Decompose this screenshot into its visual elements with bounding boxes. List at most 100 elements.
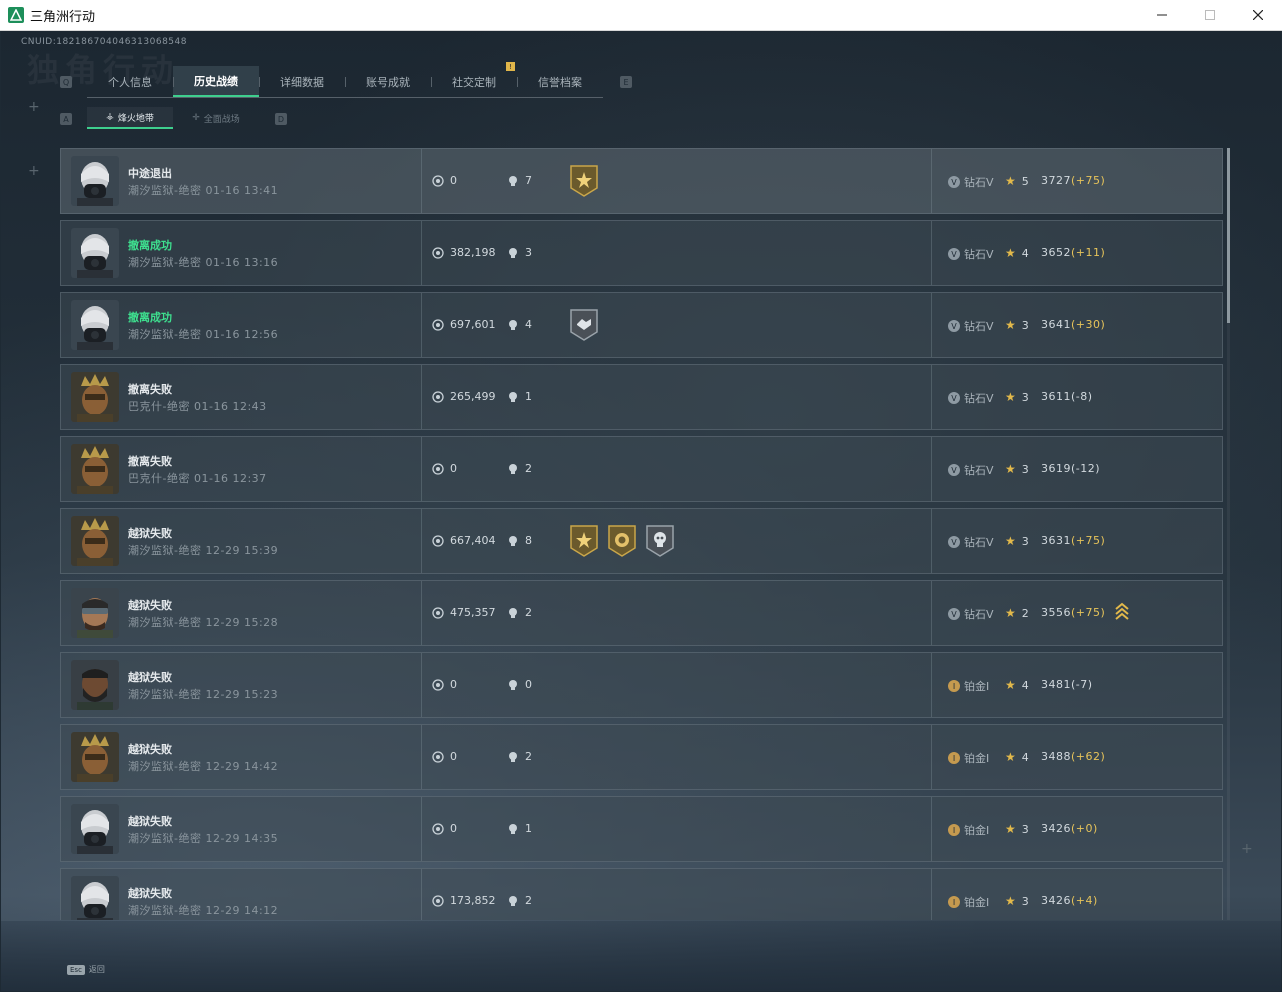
- match-record-row[interactable]: 越狱失败 潮汐监狱-绝密 12-29 15:28 475,357 2 V 钻石V ★ 2 355…: [60, 580, 1223, 646]
- back-button[interactable]: Esc 返回: [67, 964, 105, 975]
- score-delta: (-8): [1071, 390, 1093, 403]
- rank-name: 铂金I: [964, 680, 990, 693]
- star-icon: ★: [1005, 750, 1016, 764]
- star-count: 4: [1021, 246, 1029, 260]
- star-count: 4: [1021, 678, 1029, 692]
- svg-text:V: V: [951, 178, 957, 187]
- map-name: 潮汐监狱-绝密: [128, 256, 202, 269]
- coin-icon: [432, 174, 444, 187]
- rank-name: 铂金I: [964, 896, 990, 909]
- kill-count-text: 1: [525, 822, 532, 835]
- tab-social-custom[interactable]: 社交定制!: [431, 62, 517, 97]
- maximize-icon[interactable]: [1186, 0, 1234, 30]
- skull-icon: [509, 391, 517, 402]
- star-count: 3: [1021, 318, 1029, 332]
- rank-badge: V 钻石V: [947, 318, 994, 334]
- star-count: 2: [1021, 606, 1029, 620]
- match-result: 中途退出: [128, 167, 172, 180]
- loot-value-text: 0: [450, 750, 457, 763]
- gold-star-medal[interactable]: [569, 524, 599, 558]
- subtab-next-key[interactable]: D: [275, 113, 287, 125]
- match-record-row[interactable]: 撤离成功 潮汐监狱-绝密 01-16 12:56 697,601 4 V 钻石V ★ 3 364…: [60, 292, 1223, 358]
- score-value: 3426: [1041, 894, 1071, 907]
- gold-star-medal[interactable]: [569, 164, 599, 198]
- match-time: 01-16 13:16: [205, 256, 279, 269]
- score-value: 3481: [1041, 678, 1071, 691]
- operator-avatar: [71, 732, 119, 782]
- svg-text:I: I: [953, 754, 955, 763]
- notification-badge: !: [506, 62, 515, 71]
- tab-personal-info[interactable]: 个人信息: [87, 66, 173, 97]
- minimize-icon[interactable]: [1138, 0, 1186, 30]
- match-record-row[interactable]: 越狱失败 潮汐监狱-绝密 12-29 15:39 667,404 8 V 钻石V ★ 3 363…: [60, 508, 1223, 574]
- diamond-rank-icon: V: [947, 175, 961, 189]
- tab-label: 个人信息: [108, 75, 152, 89]
- operator-avatar: [71, 228, 119, 278]
- map-name: 潮汐监狱-绝密: [128, 904, 202, 917]
- diamond-rank-icon: V: [947, 535, 961, 549]
- loot-value-text: 265,499: [450, 390, 496, 403]
- rank-badge: I 铂金I: [947, 822, 989, 838]
- tab-prev-key[interactable]: Q: [60, 76, 72, 88]
- score-value: 3426: [1041, 822, 1071, 835]
- tab-achievements[interactable]: 账号成就: [345, 66, 431, 97]
- star-count: 3: [1021, 390, 1029, 404]
- match-record-row[interactable]: 撤离成功 潮汐监狱-绝密 01-16 13:16 382,198 3 V 钻石V ★ 4 365…: [60, 220, 1223, 286]
- rank-stars: ★ 2: [1005, 606, 1029, 620]
- kill-count: 2: [507, 894, 532, 907]
- coin-icon: [432, 318, 444, 331]
- tab-next-key[interactable]: E: [620, 76, 632, 88]
- coin-icon: [432, 390, 444, 403]
- kill-count: 2: [507, 606, 532, 619]
- kill-count: 0: [507, 678, 532, 691]
- rank-name: 钻石V: [964, 464, 994, 477]
- silver-skull-medal[interactable]: [645, 524, 675, 558]
- tab-label: 社交定制: [452, 75, 496, 89]
- close-icon[interactable]: [1234, 0, 1282, 30]
- tab-credit-record[interactable]: 信誉档案: [517, 66, 603, 97]
- rank-score: 3631(+75): [1041, 534, 1105, 547]
- esc-key: Esc: [67, 964, 85, 975]
- subtab-battlefield[interactable]: ✛ 全面战场: [173, 107, 259, 129]
- kill-count-text: 8: [525, 534, 532, 547]
- rank-badge: I 铂金I: [947, 894, 989, 910]
- match-result: 越狱失败: [128, 527, 172, 540]
- match-time: 01-16 12:37: [193, 472, 267, 485]
- subtab-prev-key[interactable]: A: [60, 113, 72, 125]
- kill-count: 8: [507, 534, 532, 547]
- diamond-rank-icon: V: [947, 247, 961, 261]
- coin-icon: [432, 894, 444, 907]
- star-count: 3: [1021, 462, 1029, 476]
- svg-text:V: V: [951, 322, 957, 331]
- row-divider: [931, 725, 932, 789]
- row-divider: [421, 293, 422, 357]
- silver-handshake-medal[interactable]: [569, 308, 599, 342]
- match-record-row[interactable]: 中途退出 潮汐监狱-绝密 01-16 13:41 0 7 V 钻石V ★ 5 3727(+75): [60, 148, 1223, 214]
- loot-value: 0: [432, 174, 457, 187]
- rank-badge: I 铂金I: [947, 678, 989, 694]
- tab-label: 账号成就: [366, 75, 410, 89]
- match-record-row[interactable]: 越狱失败 潮汐监狱-绝密 12-29 15:23 0 0 I 铂金I ★ 4 3481(-7): [60, 652, 1223, 718]
- list-scrollbar[interactable]: [1227, 148, 1230, 920]
- tab-match-history[interactable]: 历史战绩: [173, 66, 259, 97]
- match-record-row[interactable]: 越狱失败 潮汐监狱-绝密 12-29 14:35 0 1 I 铂金I ★ 3 3426(+0): [60, 796, 1223, 862]
- map-and-time: 巴克什-绝密 01-16 12:37: [128, 470, 267, 486]
- loot-value: 475,357: [432, 606, 496, 619]
- match-record-row[interactable]: 撤离失败 巴克什-绝密 01-16 12:43 265,499 1 V 钻石V ★ 3 3611…: [60, 364, 1223, 430]
- skull-icon: [509, 823, 517, 834]
- match-record-row[interactable]: 越狱失败 潮汐监狱-绝密 12-29 14:42 0 2 I 铂金I ★ 4 3488(+62): [60, 724, 1223, 790]
- medal-list: [569, 524, 683, 558]
- tab-detailed-data[interactable]: 详细数据: [259, 66, 345, 97]
- loot-value: 0: [432, 462, 457, 475]
- rank-badge: V 钻石V: [947, 534, 994, 550]
- skull-icon: [509, 463, 517, 474]
- match-record-row[interactable]: 越狱失败 潮汐监狱-绝密 12-29 14:12 173,852 2 I 铂金I ★ 3 342…: [60, 868, 1223, 920]
- gold-lion-medal[interactable]: [607, 524, 637, 558]
- subtab-firezone[interactable]: ⚶ 烽火地带: [87, 107, 173, 129]
- rank-name: 钻石V: [964, 248, 994, 261]
- match-record-row[interactable]: 撤离失败 巴克什-绝密 01-16 12:37 0 2 V 钻石V ★ 3 3619(-12): [60, 436, 1223, 502]
- row-divider: [421, 869, 422, 920]
- match-history-list[interactable]: 中途退出 潮汐监狱-绝密 01-16 13:41 0 7 V 钻石V ★ 5 3727(+75)…: [60, 148, 1226, 920]
- rank-stars: ★ 5: [1005, 174, 1029, 188]
- scrollbar-thumb[interactable]: [1227, 148, 1230, 323]
